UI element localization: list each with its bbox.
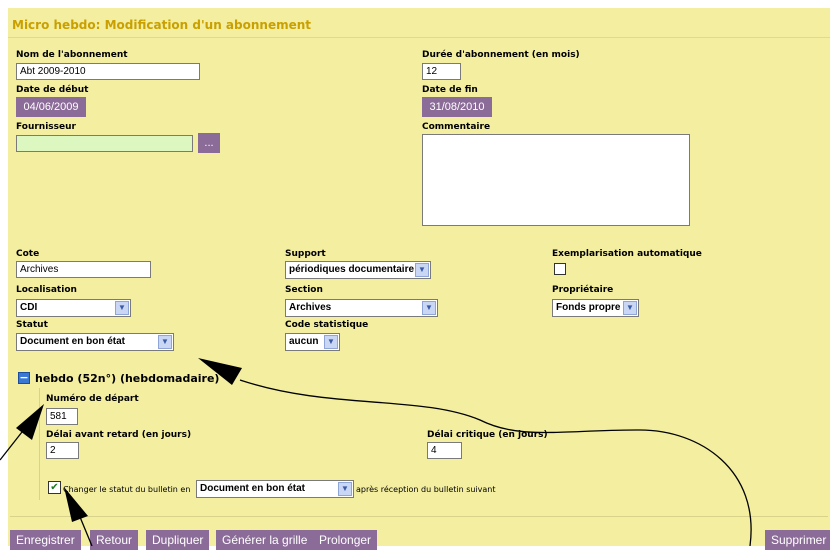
annotation-line-bottom [79,516,93,546]
annotation-curve [239,379,752,546]
annotation-arrows [0,358,752,546]
arrowhead-checkbox [64,487,88,522]
annotation-line-left [0,431,23,461]
arrowhead-statut [198,358,242,385]
